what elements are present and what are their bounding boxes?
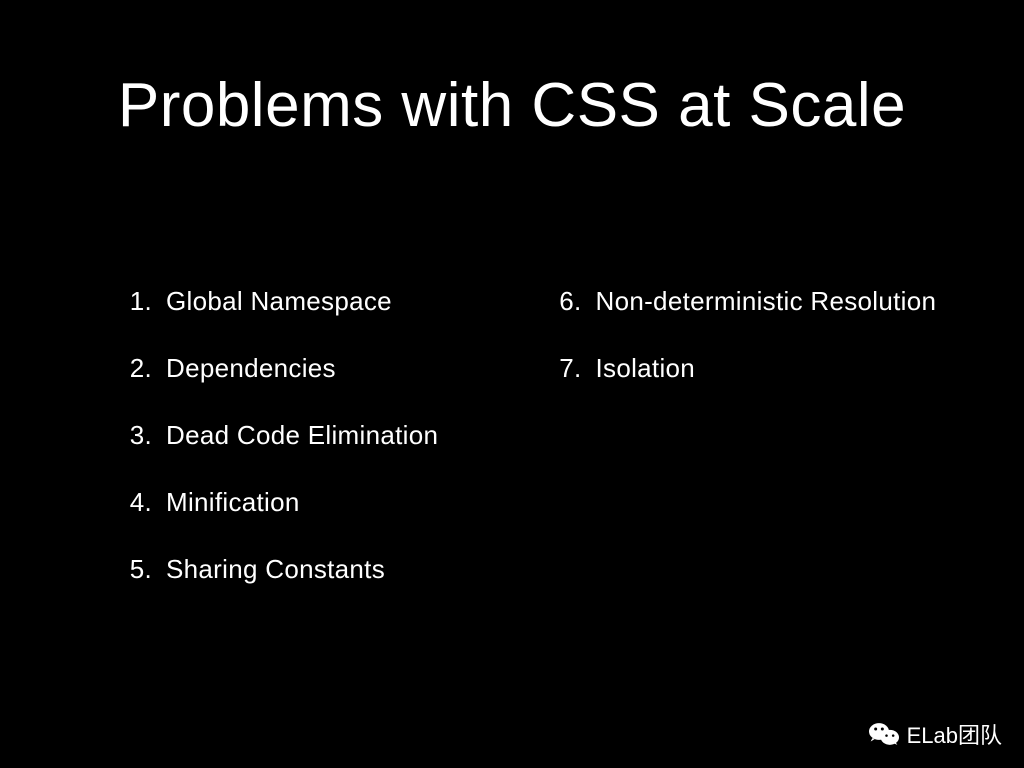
list-item: 5. Sharing Constants (120, 554, 510, 585)
left-column: 1. Global Namespace 2. Dependencies 3. D… (120, 286, 510, 621)
item-text: Non-deterministic Resolution (596, 286, 937, 317)
content-columns: 1. Global Namespace 2. Dependencies 3. D… (85, 286, 939, 621)
watermark-label: ELab团队 (907, 718, 1002, 750)
item-text: Minification (166, 487, 300, 518)
item-text: Global Namespace (166, 286, 392, 317)
list-item: 3. Dead Code Elimination (120, 420, 510, 451)
item-number: 7. (550, 353, 582, 384)
slide-title: Problems with CSS at Scale (85, 70, 939, 141)
list-item: 6. Non-deterministic Resolution (550, 286, 940, 317)
presentation-slide: Problems with CSS at Scale 1. Global Nam… (0, 0, 1024, 768)
item-number: 6. (550, 286, 582, 317)
item-text: Sharing Constants (166, 554, 385, 585)
watermark: ELab团队 (869, 718, 1002, 750)
item-text: Isolation (596, 353, 696, 384)
list-item: 1. Global Namespace (120, 286, 510, 317)
item-number: 5. (120, 554, 152, 585)
wechat-icon (869, 721, 899, 747)
item-number: 4. (120, 487, 152, 518)
item-number: 3. (120, 420, 152, 451)
item-text: Dependencies (166, 353, 336, 384)
list-item: 7. Isolation (550, 353, 940, 384)
item-number: 2. (120, 353, 152, 384)
item-number: 1. (120, 286, 152, 317)
list-item: 2. Dependencies (120, 353, 510, 384)
right-column: 6. Non-deterministic Resolution 7. Isola… (550, 286, 940, 621)
item-text: Dead Code Elimination (166, 420, 438, 451)
list-item: 4. Minification (120, 487, 510, 518)
